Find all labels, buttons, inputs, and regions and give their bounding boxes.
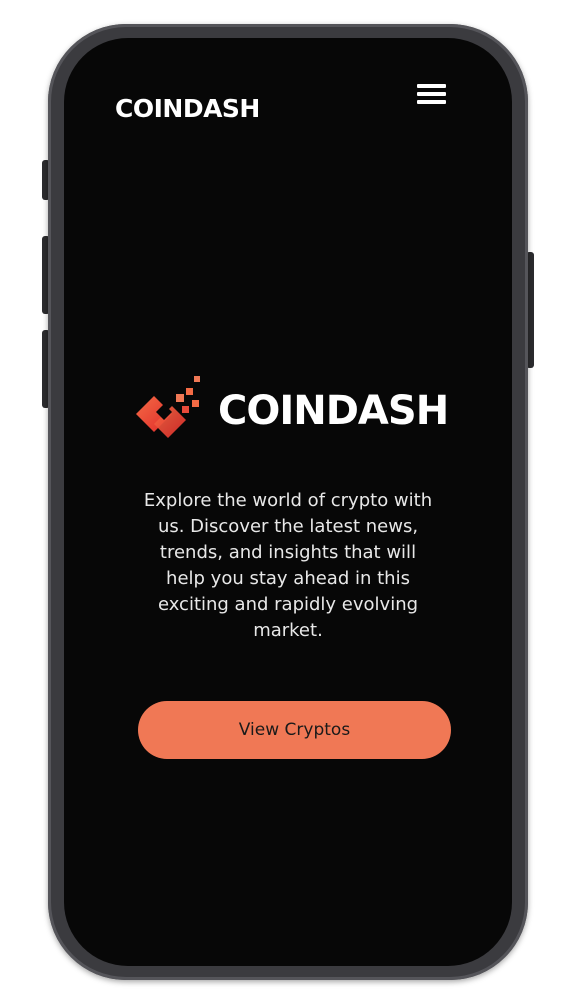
hero-logo: COINDASH: [132, 366, 452, 446]
hamburger-menu-icon[interactable]: [414, 82, 448, 110]
hero-brand: COINDASH: [218, 388, 449, 434]
phone-screen: COINDASH COINDASH Explore the world of c…: [64, 38, 512, 966]
header-brand[interactable]: COINDASH: [115, 94, 260, 123]
menu-line: [417, 84, 446, 88]
mockup-stage: COINDASH COINDASH Explore the world of c…: [0, 0, 576, 1000]
menu-line: [417, 92, 446, 96]
hero-description: Explore the world of crypto with us. Dis…: [143, 490, 433, 641]
coindash-logo-icon: [136, 376, 200, 438]
view-cryptos-button[interactable]: View Cryptos: [138, 701, 451, 759]
menu-line: [417, 100, 446, 104]
phone-frame: COINDASH COINDASH Explore the world of c…: [48, 24, 528, 980]
